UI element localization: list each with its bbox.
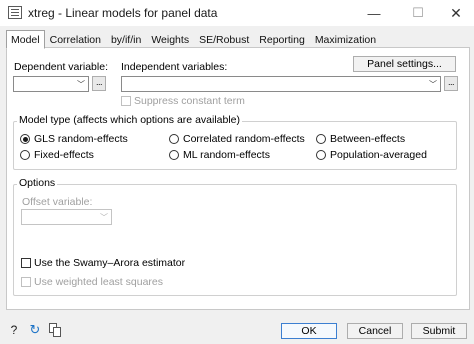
model-type-group [13, 121, 457, 170]
radio-ml-random-effects[interactable] [169, 150, 179, 160]
maximize-button[interactable]: ☐ [398, 0, 438, 26]
swamy-arora-label: Use the Swamy–Arora estimator [34, 257, 186, 269]
minimize-button[interactable]: — [354, 0, 394, 26]
suppress-constant-checkbox[interactable] [121, 96, 131, 106]
weighted-least-squares-label: Use weighted least squares [34, 276, 163, 288]
refresh-icon[interactable]: ↻ [27, 322, 43, 338]
chevron-down-icon[interactable]: ﹀ [74, 77, 88, 91]
tab-by-if-in[interactable]: by/if/in [106, 31, 146, 48]
independent-variables-browse-button[interactable]: ... [444, 76, 458, 91]
model-type-title: Model type (affects which options are av… [17, 114, 243, 126]
title-bar: xtreg - Linear models for panel data — ☐… [0, 0, 474, 26]
ok-button[interactable]: OK [281, 323, 337, 339]
dependent-variable-browse-button[interactable]: ... [92, 76, 106, 91]
offset-variable-label: Offset variable: [22, 196, 93, 208]
tab-correlation[interactable]: Correlation [45, 31, 106, 48]
chevron-down-icon[interactable]: ﹀ [97, 210, 111, 224]
offset-variable-combo[interactable]: ﹀ [21, 209, 112, 225]
window-title: xtreg - Linear models for panel data [28, 6, 218, 20]
radio-correlated-random-effects[interactable] [169, 134, 179, 144]
correlated-random-effects-label: Correlated random-effects [183, 133, 305, 145]
cancel-button[interactable]: Cancel [347, 323, 403, 339]
swamy-arora-checkbox[interactable] [21, 258, 31, 268]
chevron-down-icon[interactable]: ﹀ [426, 77, 440, 91]
tab-reporting[interactable]: Reporting [254, 31, 310, 48]
help-icon[interactable]: ? [6, 322, 22, 338]
radio-fixed-effects[interactable] [20, 150, 30, 160]
weighted-least-squares-checkbox[interactable] [21, 277, 31, 287]
app-icon [8, 6, 22, 19]
tab-bar: Model Correlation by/if/in Weights SE/Ro… [6, 30, 381, 49]
dependent-variable-combo[interactable]: ﹀ [13, 76, 89, 92]
panel-settings-button[interactable]: Panel settings... [353, 56, 456, 72]
close-button[interactable]: ✕ [436, 0, 474, 26]
tab-maximization[interactable]: Maximization [310, 31, 381, 48]
copy-icon[interactable] [47, 322, 63, 338]
submit-button[interactable]: Submit [411, 323, 467, 339]
radio-population-averaged[interactable] [316, 150, 326, 160]
between-effects-label: Between-effects [330, 133, 406, 145]
ml-random-effects-label: ML random-effects [183, 149, 270, 161]
population-averaged-label: Population-averaged [330, 149, 427, 161]
tab-se-robust[interactable]: SE/Robust [194, 31, 254, 48]
options-title: Options [17, 177, 58, 189]
independent-variables-label: Independent variables: [121, 61, 228, 73]
gls-random-effects-label: GLS random-effects [34, 133, 128, 145]
independent-variables-combo[interactable]: ﹀ [121, 76, 441, 92]
radio-gls-random-effects[interactable] [20, 134, 30, 144]
suppress-constant-label: Suppress constant term [134, 95, 245, 107]
fixed-effects-label: Fixed-effects [34, 149, 94, 161]
dependent-variable-label: Dependent variable: [14, 61, 108, 73]
tab-model[interactable]: Model [6, 30, 45, 49]
tab-weights[interactable]: Weights [146, 31, 194, 48]
radio-between-effects[interactable] [316, 134, 326, 144]
